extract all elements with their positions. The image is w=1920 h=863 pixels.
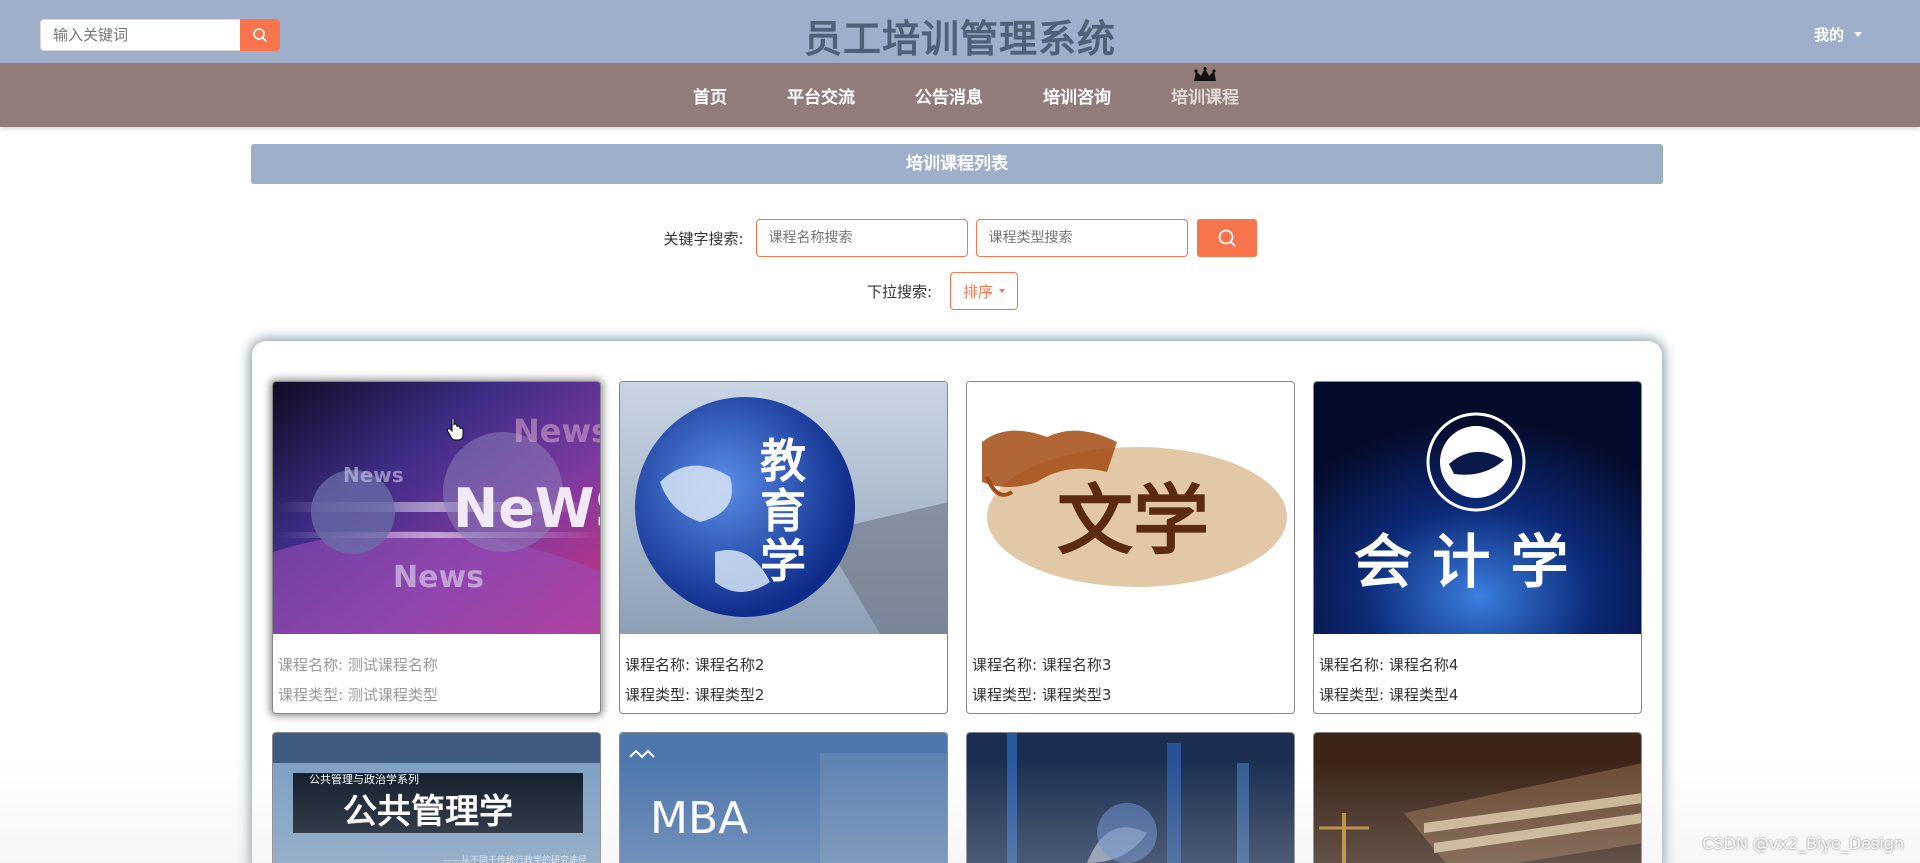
course-card[interactable]: MBA [619,732,948,863]
search-button[interactable] [1196,219,1257,257]
page-title: 培训课程列表 [251,144,1663,184]
course-name: 课程名称: 课程名称4 [1319,656,1459,674]
svg-text:公共管理与政治学系列: 公共管理与政治学系列 [309,772,419,786]
keyword-search-label: 关键字搜索: [663,229,744,248]
nav-item-label: 首页 [693,87,727,108]
nav-item-label: 公告消息 [915,87,983,108]
course-card[interactable] [966,732,1295,863]
nav-item-label: 平台交流 [787,87,855,108]
search-icon [1218,229,1236,247]
nav-item-forum[interactable]: 平台交流 [787,63,855,127]
svg-text:学: 学 [760,534,806,588]
course-type-search-input[interactable] [975,219,1188,257]
user-menu[interactable]: 我的 [1814,24,1862,45]
search-bar: 关键字搜索: [0,219,1920,257]
chevron-down-icon [1854,32,1862,37]
course-image: NeWS News News News [273,382,600,634]
hand-cursor-icon [446,419,464,441]
nav-item-label: 培训咨询 [1043,87,1111,108]
course-image [967,733,1294,863]
user-menu-label: 我的 [1813,26,1844,44]
crown-icon [1194,67,1216,81]
svg-text:MBA: MBA [650,793,748,844]
course-name: 课程名称: 课程名称3 [972,656,1112,674]
svg-text:NeWS: NeWS [453,477,600,540]
svg-text:公共管理学: 公共管理学 [343,792,513,832]
course-type: 课程类型: 课程类型3 [972,686,1112,704]
course-card[interactable]: 公共管理与政治学系列 公共管理学 ——从不同于传统行政学的研究途径 [272,732,601,863]
course-type: 课程类型: 课程类型2 [625,686,765,704]
main-nav: 首页 平台交流 公告消息 培训咨询 培训课程 [0,63,1920,127]
course-type: 课程类型: 测试课程类型 [278,686,438,704]
svg-text:会 计 学: 会 计 学 [1354,528,1568,596]
svg-text:文学: 文学 [1057,476,1209,565]
svg-text:News: News [393,560,484,595]
svg-text:——从不同于传统行政学的研究途径: ——从不同于传统行政学的研究途径 [443,854,587,863]
dropdown-search-row: 下拉搜索: 排序 [0,272,1920,310]
course-name: 课程名称: 测试课程名称 [278,656,438,674]
nav-item-announcements[interactable]: 公告消息 [915,63,983,127]
course-type: 课程类型: 课程类型4 [1319,686,1459,704]
top-header: 员工培训管理系统 我的 [0,0,1920,63]
svg-text:教: 教 [760,434,806,488]
course-image: 教 育 学 [620,382,947,634]
nav-item-label: 培训课程 [1171,87,1239,108]
svg-text:育: 育 [760,484,806,538]
svg-text:News: News [343,463,404,487]
course-image [1314,733,1641,863]
svg-text:News: News [513,412,600,450]
nav-item-consulting[interactable]: 培训咨询 [1043,63,1111,127]
course-card[interactable]: 会 计 学 课程名称: 课程名称4 课程类型: 课程类型4 [1313,381,1642,714]
course-image: 公共管理与政治学系列 公共管理学 ——从不同于传统行政学的研究途径 [273,733,600,863]
course-name-search-input[interactable] [755,219,968,257]
course-image: 会 计 学 [1314,382,1641,634]
dropdown-search-label: 下拉搜索: [866,282,933,301]
caret-down-icon [999,289,1006,293]
nav-item-home[interactable]: 首页 [693,63,727,127]
nav-item-courses[interactable]: 培训课程 [1171,63,1239,127]
course-card[interactable]: 文学 课程名称: 课程名称3 课程类型: 课程类型3 [966,381,1295,714]
sort-dropdown-label: 排序 [963,282,994,301]
course-image: MBA [620,733,947,863]
watermark: CSDN @vx2_Biye_Design [1702,834,1904,853]
site-title: 员工培训管理系统 [803,17,1116,61]
course-image: 文学 [967,382,1294,634]
course-card[interactable]: 教 育 学 课程名称: 课程名称2 课程类型: 课程类型2 [619,381,948,714]
sort-dropdown[interactable]: 排序 [950,272,1019,310]
course-name: 课程名称: 课程名称2 [625,656,765,674]
course-card[interactable]: NeWS News News News 课程名称: 测试课程名称 课程类型: 测… [272,381,601,714]
course-card[interactable] [1313,732,1642,863]
